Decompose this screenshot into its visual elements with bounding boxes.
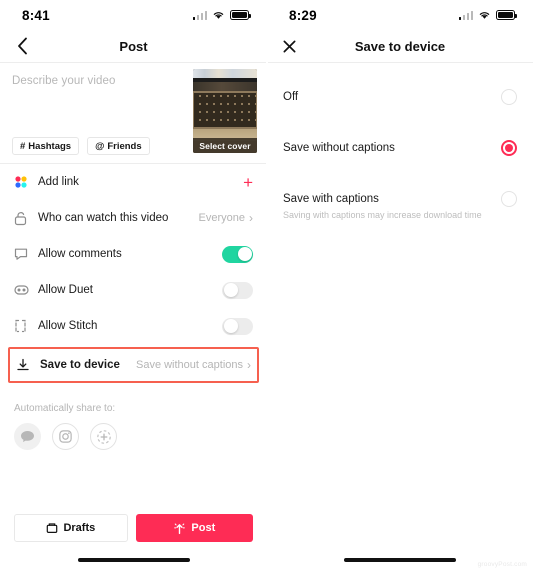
- status-icons: [458, 10, 517, 20]
- footer-actions: Drafts Post: [14, 514, 253, 542]
- select-cover-label[interactable]: Select cover: [193, 138, 257, 153]
- friends-chip[interactable]: @ Friends: [87, 137, 150, 155]
- option-label: Off: [283, 90, 299, 103]
- compose-chips: # Hashtags @ Friends: [12, 137, 150, 155]
- close-x-icon: [283, 40, 295, 52]
- row-allow-stitch[interactable]: Allow Stitch: [0, 308, 267, 344]
- back-button[interactable]: [10, 34, 34, 58]
- row-value: Everyone: [198, 212, 245, 224]
- row-label: Who can watch this video: [38, 212, 169, 224]
- row-label: Allow comments: [38, 248, 122, 260]
- auto-share-section: Automatically share to:: [0, 383, 267, 450]
- close-button[interactable]: [277, 34, 301, 58]
- signal-bars-icon: [458, 10, 473, 20]
- row-value: Save without captions: [135, 359, 243, 371]
- cover-thumbnail[interactable]: Select cover: [193, 69, 257, 153]
- status-time: 8:29: [289, 7, 317, 23]
- chevron-right-icon: ›: [247, 358, 251, 372]
- signal-bars-icon: [192, 10, 207, 20]
- wifi-icon: [213, 12, 224, 19]
- nav-bar-left: Post: [0, 30, 267, 62]
- status-bar-right: 8:29: [267, 0, 533, 30]
- row-who-can-watch[interactable]: Who can watch this video Everyone ›: [0, 200, 267, 236]
- row-label: Save to device: [40, 359, 120, 371]
- post-sparkle-icon: [174, 523, 186, 534]
- dual-phone-screenshot: 8:41 Post Describe your video Select cov…: [0, 0, 533, 574]
- auto-share-title: Automatically share to:: [14, 403, 116, 414]
- comment-bubble-icon: [14, 247, 36, 261]
- save-options-list: Off Save without captions Save with capt…: [267, 79, 533, 220]
- compose-area[interactable]: Describe your video Select cover # Hasht…: [0, 63, 267, 163]
- allow-stitch-toggle[interactable]: [222, 317, 253, 335]
- messages-icon[interactable]: [14, 423, 41, 450]
- row-label: Allow Duet: [38, 284, 93, 296]
- row-label: Allow Stitch: [38, 320, 98, 332]
- lock-icon: [14, 211, 36, 226]
- nav-bar-right: Save to device: [267, 30, 533, 62]
- option-save-without-captions[interactable]: Save without captions: [267, 130, 533, 165]
- option-label: Save without captions: [283, 141, 395, 154]
- duet-icon: [14, 283, 36, 297]
- page-title: Save to device: [354, 38, 446, 54]
- option-label: Save with captions: [283, 192, 379, 205]
- instagram-icon[interactable]: [52, 423, 79, 450]
- radio-save-with-captions[interactable]: [501, 190, 517, 207]
- color-dots-icon: [14, 175, 36, 189]
- row-save-to-device[interactable]: Save to device Save without captions ›: [8, 347, 259, 383]
- status-icons: [192, 10, 251, 20]
- radio-off[interactable]: [501, 88, 517, 105]
- allow-duet-toggle[interactable]: [222, 281, 253, 299]
- battery-icon: [496, 10, 517, 20]
- row-add-link[interactable]: Add link +: [0, 164, 267, 200]
- allow-comments-toggle[interactable]: [222, 245, 253, 263]
- download-icon: [16, 358, 38, 372]
- radio-save-without-captions[interactable]: [501, 139, 517, 156]
- chevron-left-icon: [17, 37, 27, 55]
- auto-share-icons: [14, 423, 253, 450]
- left-phone-screen: 8:41 Post Describe your video Select cov…: [0, 0, 267, 574]
- hashtags-chip-label: Hashtags: [28, 140, 72, 152]
- watermark: groovyPost.com: [477, 561, 527, 568]
- page-title: Post: [119, 38, 148, 54]
- add-link-plus-icon[interactable]: +: [243, 174, 253, 191]
- hashtag-icon: #: [20, 140, 26, 152]
- post-button[interactable]: Post: [135, 514, 253, 542]
- hashtags-chip[interactable]: # Hashtags: [12, 137, 80, 155]
- drafts-icon: [47, 523, 58, 533]
- home-indicator: [77, 558, 190, 562]
- right-phone-screen: 8:29 Save to device Off Save without cap…: [267, 0, 533, 574]
- row-allow-duet[interactable]: Allow Duet: [0, 272, 267, 308]
- friends-chip-label: Friends: [107, 140, 142, 152]
- home-indicator: [344, 558, 456, 562]
- battery-icon: [230, 10, 251, 20]
- stitch-icon: [14, 319, 36, 333]
- status-time: 8:41: [22, 7, 50, 23]
- status-bar-left: 8:41: [0, 0, 267, 30]
- option-off[interactable]: Off: [267, 79, 533, 114]
- drafts-label: Drafts: [63, 522, 96, 534]
- row-label: Add link: [38, 176, 79, 188]
- row-allow-comments[interactable]: Allow comments: [0, 236, 267, 272]
- chevron-right-icon: ›: [249, 211, 253, 225]
- option-save-with-captions[interactable]: Save with captions: [267, 181, 533, 216]
- drafts-button[interactable]: Drafts: [14, 514, 128, 542]
- screen-gap: [266, 0, 268, 574]
- settings-list: Add link + Who can watch this video Ever…: [0, 164, 267, 383]
- wifi-icon: [479, 12, 490, 19]
- at-mention-icon: @: [95, 140, 105, 152]
- more-share-icon[interactable]: [90, 423, 117, 450]
- post-label: Post: [191, 522, 216, 534]
